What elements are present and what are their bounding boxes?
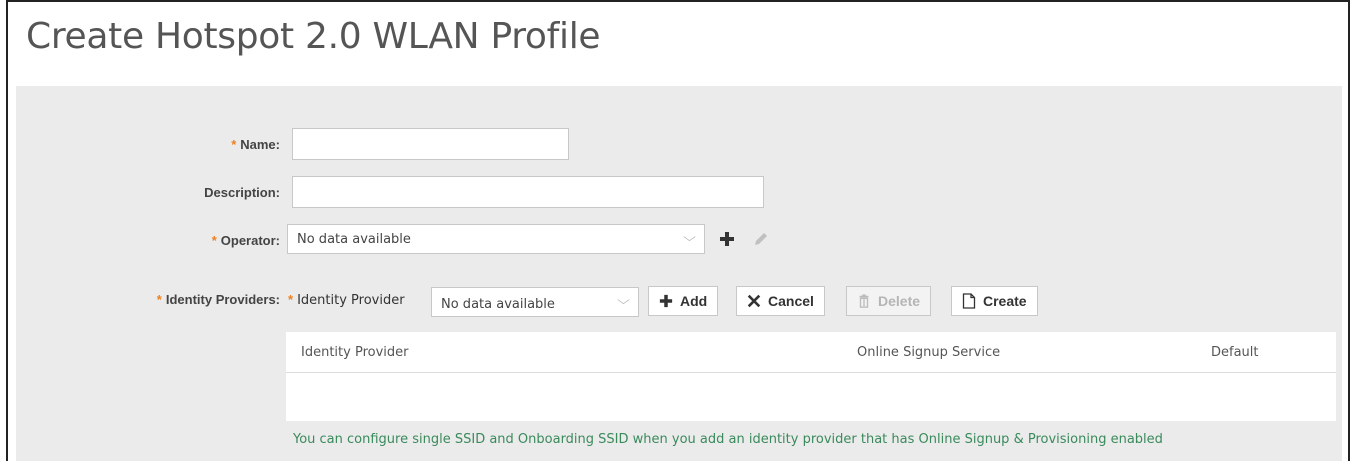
required-marker: * — [288, 292, 294, 307]
column-header-online-signup-service[interactable]: Online Signup Service — [857, 345, 1000, 360]
create-button-label: Create — [983, 293, 1027, 309]
chevron-down-icon: ⌵ — [617, 293, 630, 307]
chevron-down-icon: ⌵ — [683, 230, 696, 244]
identity-provider-select[interactable]: No data available ⌵ — [431, 287, 639, 317]
name-label: * Name: — [231, 137, 280, 152]
description-input[interactable] — [292, 176, 764, 208]
column-header-default[interactable]: Default — [1211, 345, 1259, 360]
add-button-label: Add — [680, 293, 708, 309]
required-marker: * — [156, 292, 162, 307]
add-button[interactable]: Add — [648, 286, 719, 316]
name-input[interactable] — [292, 128, 569, 160]
info-hint: You can configure single SSID and Onboar… — [293, 432, 1163, 447]
identity-provider-sublabel: * Identity Provider — [288, 292, 405, 308]
operator-add-button[interactable] — [713, 225, 741, 253]
operator-label: * Operator: — [211, 233, 280, 248]
plus-icon — [659, 294, 673, 308]
delete-button-label: Delete — [878, 293, 921, 309]
required-marker: * — [231, 137, 237, 152]
column-header-identity-provider[interactable]: Identity Provider — [301, 345, 408, 360]
x-icon — [747, 294, 761, 308]
pencil-icon — [755, 233, 767, 245]
table-header: Identity Provider Online Signup Service … — [286, 332, 1336, 373]
identity-providers-table: Identity Provider Online Signup Service … — [286, 332, 1336, 421]
trash-icon — [857, 294, 871, 308]
delete-button[interactable]: Delete — [846, 286, 932, 316]
required-marker: * — [211, 233, 217, 248]
create-button[interactable]: Create — [951, 286, 1038, 316]
identity-providers-label: * Identity Providers: — [156, 292, 280, 307]
operator-select[interactable]: No data available ⌵ — [287, 224, 705, 254]
cancel-button-label: Cancel — [768, 293, 814, 309]
operator-edit-button[interactable] — [747, 225, 775, 253]
cancel-button[interactable]: Cancel — [736, 286, 825, 316]
operator-selected-value: No data available — [297, 232, 411, 247]
document-icon — [962, 293, 976, 309]
page-title: Create Hotspot 2.0 WLAN Profile — [26, 16, 601, 57]
description-label: Description: — [204, 185, 280, 200]
plus-icon — [720, 232, 734, 246]
identity-provider-selected-value: No data available — [441, 297, 555, 312]
